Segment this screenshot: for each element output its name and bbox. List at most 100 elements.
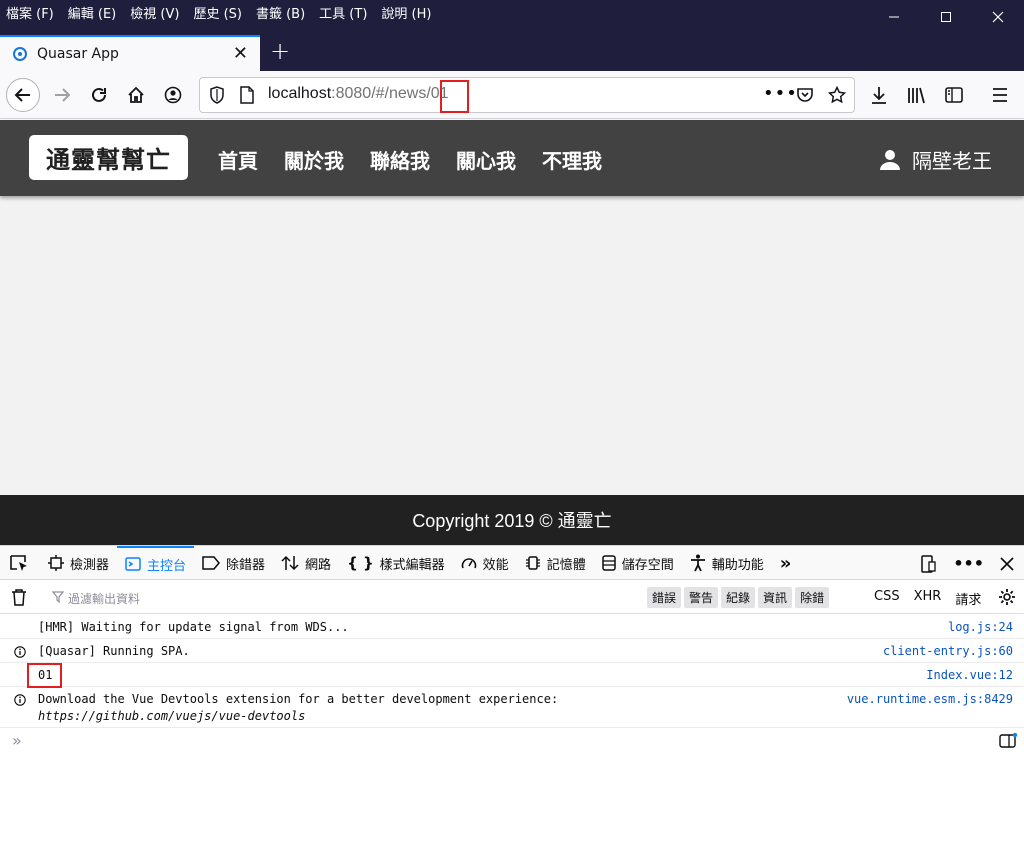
url-host: localhost <box>268 85 332 102</box>
menu-bar: 檔案 (F) 編輯 (E) 檢視 (V) 歷史 (S) 書籤 (B) 工具 (T… <box>6 3 431 22</box>
console-sidebar-toggle-icon[interactable] <box>999 733 1017 749</box>
memory-icon <box>525 556 540 570</box>
forward-button[interactable] <box>45 78 79 112</box>
filter-input[interactable]: 過濾輸出資料 <box>68 590 140 607</box>
account-button[interactable] <box>156 78 190 112</box>
tab-storage-label: 儲存空間 <box>621 557 674 573</box>
info-icon <box>14 646 26 658</box>
reload-icon <box>92 87 106 102</box>
menu-file[interactable]: 檔案 (F) <box>6 3 54 22</box>
tab-debugger[interactable]: 除錯器 <box>194 546 273 580</box>
pocket-icon[interactable] <box>796 86 814 104</box>
filter-icon <box>52 591 64 603</box>
tab-accessibility[interactable]: 輔助功能 <box>682 546 772 580</box>
bookmark-star-icon[interactable] <box>828 86 846 104</box>
sidebars-icon[interactable] <box>944 85 964 105</box>
log-source-link[interactable]: Index.vue:12 <box>926 668 1013 682</box>
menu-tools[interactable]: 工具 (T) <box>319 3 367 22</box>
devtools-options-icon[interactable]: ••• <box>953 554 984 573</box>
console-icon <box>125 557 141 571</box>
tab-performance[interactable]: 效能 <box>453 546 517 580</box>
menu-view[interactable]: 檢視 (V) <box>130 3 179 22</box>
menu-bookmarks[interactable]: 書籤 (B) <box>256 3 305 22</box>
devtools-window-controls: ••• <box>919 554 1014 573</box>
element-picker-icon[interactable] <box>9 554 29 572</box>
minimize-button[interactable] <box>868 0 920 33</box>
menu-edit[interactable]: 編輯 (E) <box>68 3 117 22</box>
close-window-button[interactable] <box>972 0 1024 33</box>
tab-close-icon[interactable]: ✕ <box>233 43 248 64</box>
site-header: 通靈幫幫亡 首頁 關於我 聯絡我 關心我 不理我 隔壁老王 <box>0 120 1024 196</box>
quasar-favicon-icon <box>13 47 27 61</box>
type-requests[interactable]: 請求 <box>955 589 981 608</box>
tab-style-editor[interactable]: { } 樣式編輯器 <box>339 546 453 580</box>
log-row: Download the Vue Devtools extension for … <box>0 687 1024 728</box>
nav-link-about[interactable]: 關於我 <box>284 145 344 174</box>
maximize-icon <box>941 11 951 22</box>
level-debug[interactable]: 除錯 <box>795 587 830 608</box>
nav-link-home[interactable]: 首頁 <box>218 145 258 174</box>
maximize-button[interactable] <box>920 0 972 33</box>
tab-debugger-label: 除錯器 <box>226 557 266 573</box>
site-nav: 首頁 關於我 聯絡我 關心我 不理我 <box>218 145 602 174</box>
level-error[interactable]: 錯誤 <box>647 587 682 608</box>
hamburger-menu-icon[interactable] <box>991 85 1009 105</box>
log-row: [HMR] Waiting for update signal from WDS… <box>0 615 1024 639</box>
downloads-icon[interactable] <box>870 85 888 105</box>
type-xhr[interactable]: XHR <box>914 589 942 608</box>
account-icon <box>164 86 182 104</box>
navigation-toolbar: localhost:8080/#/news/01 ••• <box>0 71 1024 119</box>
log-source-link[interactable]: client-entry.js:60 <box>883 644 1013 658</box>
level-warning[interactable]: 警告 <box>684 587 719 608</box>
responsive-design-icon[interactable] <box>919 554 937 573</box>
site-footer: Copyright 2019 © 通靈亡 <box>0 495 1024 545</box>
nav-link-ignore[interactable]: 不理我 <box>542 145 602 174</box>
tab-memory[interactable]: 記憶體 <box>517 546 594 580</box>
devtools-close-icon[interactable] <box>1000 556 1014 571</box>
back-button[interactable] <box>6 78 40 112</box>
level-info[interactable]: 資訊 <box>758 587 793 608</box>
close-icon <box>992 11 1004 22</box>
style-editor-icon: { } <box>347 554 374 572</box>
url-bar[interactable]: localhost:8080/#/news/01 ••• <box>199 77 855 113</box>
tab-console[interactable]: 主控台 <box>117 546 195 580</box>
window-controls <box>868 0 1024 33</box>
console-output: [HMR] Waiting for update signal from WDS… <box>0 615 1024 728</box>
site-brand-logo[interactable]: 通靈幫幫亡 <box>29 135 188 180</box>
tab-storage[interactable]: 儲存空間 <box>594 546 682 580</box>
tab-title: Quasar App <box>37 46 119 62</box>
gear-icon[interactable] <box>998 588 1016 606</box>
reload-button[interactable] <box>82 78 116 112</box>
log-url[interactable]: https://github.com/vuejs/vue-devtools <box>38 709 305 723</box>
log-source-link[interactable]: log.js:24 <box>948 620 1013 634</box>
browser-tab[interactable]: Quasar App ✕ <box>0 35 260 71</box>
log-source-link[interactable]: vue.runtime.esm.js:8429 <box>847 692 1013 706</box>
person-icon <box>880 149 900 170</box>
library-icon[interactable] <box>906 85 926 105</box>
menu-history[interactable]: 歷史 (S) <box>193 3 242 22</box>
devtools-tabs: 檢測器 主控台 除錯器 網路 { } 樣式編輯器 效能 記憶體 儲存空間 輔助功… <box>40 546 799 580</box>
nav-link-care[interactable]: 關心我 <box>456 145 516 174</box>
more-tabs-button[interactable]: » <box>772 546 800 580</box>
page-actions-icon[interactable]: ••• <box>763 83 798 104</box>
nav-link-contact[interactable]: 聯絡我 <box>370 145 430 174</box>
back-arrow-icon <box>14 88 30 102</box>
tracking-shield-icon[interactable] <box>209 86 225 104</box>
log-message: [Quasar] Running SPA. <box>38 644 190 658</box>
home-button[interactable] <box>119 78 153 112</box>
level-log[interactable]: 紀錄 <box>721 587 756 608</box>
page-info-icon[interactable] <box>240 86 254 104</box>
url-text: localhost:8080/#/news/01 <box>268 85 449 103</box>
new-tab-button[interactable]: + <box>270 37 290 65</box>
tab-inspector[interactable]: 檢測器 <box>40 546 117 580</box>
trash-icon[interactable] <box>11 588 27 606</box>
console-input-prompt[interactable]: » <box>12 731 22 750</box>
user-menu[interactable]: 隔壁老王 <box>878 145 992 174</box>
tab-inspector-label: 檢測器 <box>70 557 110 573</box>
tab-network[interactable]: 網路 <box>273 546 339 580</box>
menu-help[interactable]: 說明 (H) <box>381 3 431 22</box>
type-css[interactable]: CSS <box>874 589 900 608</box>
tab-memory-label: 記憶體 <box>546 557 586 573</box>
console-filter-bar: 過濾輸出資料 錯誤 警告 紀錄 資訊 除錯 CSS XHR 請求 <box>0 581 1024 614</box>
devtools-panel: 檢測器 主控台 除錯器 網路 { } 樣式編輯器 效能 記憶體 儲存空間 輔助功… <box>0 545 1024 847</box>
